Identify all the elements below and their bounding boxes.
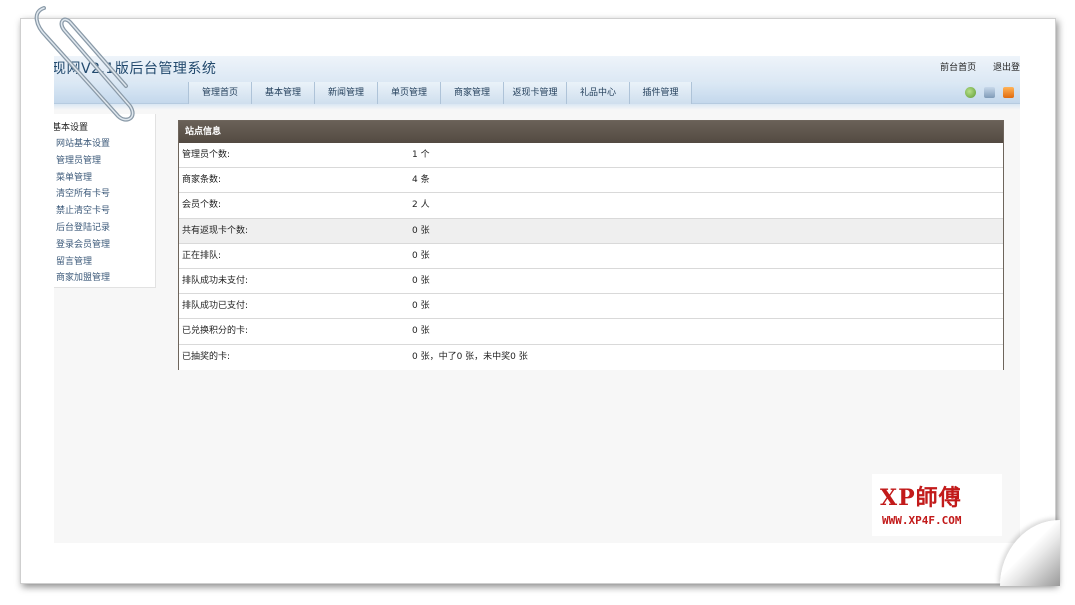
row-label: 排队成功未支付:: [182, 275, 249, 286]
sidebar-item-site-settings[interactable]: 网站基本设置: [56, 136, 110, 153]
row-label: 商家条数:: [182, 175, 222, 186]
tab-plugins[interactable]: 插件管理: [629, 82, 692, 104]
table-row: 会员个数: 2 人: [179, 193, 1003, 219]
sidebar-item-admins[interactable]: 管理员管理: [56, 153, 110, 170]
tab-gift-center[interactable]: 礼品中心: [566, 82, 629, 104]
sidebar-item-merchant-join[interactable]: 商家加盟管理: [56, 270, 110, 287]
sidebar: 基本设置 网站基本设置 管理员管理 菜单管理 清空所有卡号 禁止清空卡号 后台登…: [54, 114, 156, 288]
row-value: 0 张: [412, 301, 430, 312]
tab-single-page[interactable]: 单页管理: [377, 82, 440, 104]
watermark-title: XP師傅: [880, 485, 962, 511]
watermark-logo: XP師傅 WWW.XP4F.COM: [872, 474, 1002, 536]
top-links: 前台首页 退出登: [926, 60, 1020, 73]
copy-icon[interactable]: [984, 87, 995, 98]
row-value: 0 张，中了0 张，未中奖0 张: [412, 351, 528, 362]
row-label: 管理员个数:: [182, 150, 231, 160]
table-row: 管理员个数: 1 个: [179, 143, 1003, 169]
sidebar-item-clear-cards[interactable]: 清空所有卡号: [56, 186, 110, 203]
nav-icons: [965, 87, 1014, 98]
row-label: 共有返现卡个数:: [182, 225, 249, 236]
sidebar-item-messages[interactable]: 留言管理: [56, 254, 110, 271]
row-value: 0 张: [412, 250, 430, 261]
tab-basic[interactable]: 基本管理: [251, 82, 314, 104]
row-value: 2 人: [412, 200, 430, 211]
sidebar-item-disable-clear[interactable]: 禁止清空卡号: [56, 203, 110, 220]
sidebar-heading: 基本设置: [54, 123, 89, 133]
row-value: 1 个: [412, 150, 430, 160]
table-row: 排队成功未支付: 0 张: [179, 268, 1003, 295]
tab-news[interactable]: 新闻管理: [314, 82, 377, 104]
logout-link[interactable]: 退出登: [993, 63, 1020, 73]
table-row: 已抽奖的卡: 0 张，中了0 张，未中奖0 张: [179, 344, 1003, 370]
row-label: 正在排队:: [182, 250, 222, 261]
table-row: 排队成功已支付: 0 张: [179, 294, 1003, 320]
row-label: 排队成功已支付:: [182, 301, 249, 312]
front-home-link[interactable]: 前台首页: [940, 63, 976, 73]
watermark-url: WWW.XP4F.COM: [882, 514, 962, 527]
system-title: 现网V2.1版后台管理系统: [54, 61, 217, 77]
main-navbar: 管理首页 基本管理 新闻管理 单页管理 商家管理 返现卡管理 礼品中心 插件管理: [54, 82, 1020, 104]
top-header: 现网V2.1版后台管理系统 前台首页 退出登: [54, 56, 1020, 82]
sidebar-item-members[interactable]: 登录会员管理: [56, 237, 110, 254]
nav-tabs: 管理首页 基本管理 新闻管理 单页管理 商家管理 返现卡管理 礼品中心 插件管理: [188, 82, 692, 104]
site-info-heading: 站点信息: [179, 121, 1003, 143]
table-row: 已兑换积分的卡: 0 张: [179, 319, 1003, 345]
tab-admin-home[interactable]: 管理首页: [188, 82, 251, 104]
sidebar-item-login-log[interactable]: 后台登陆记录: [56, 220, 110, 237]
site-info-table: 站点信息 管理员个数: 1 个 商家条数: 4 条 会员个数: 2 人 共有返现…: [178, 120, 1004, 370]
navbar-glow: [54, 104, 1020, 110]
rss-icon[interactable]: [1003, 87, 1014, 98]
row-value: 0 张: [412, 275, 430, 286]
sidebar-list: 网站基本设置 管理员管理 菜单管理 清空所有卡号 禁止清空卡号 后台登陆记录 登…: [56, 136, 110, 287]
row-value: 0 张: [412, 326, 430, 337]
sidebar-item-menus[interactable]: 菜单管理: [56, 170, 110, 187]
table-row: 共有返现卡个数: 0 张: [179, 218, 1003, 244]
row-label: 会员个数:: [182, 200, 222, 211]
row-value: 0 张: [412, 225, 430, 236]
tab-merchant[interactable]: 商家管理: [440, 82, 503, 104]
refresh-icon[interactable]: [965, 87, 976, 98]
admin-screen: 现网V2.1版后台管理系统 前台首页 退出登 管理首页 基本管理 新闻管理 单页…: [54, 56, 1020, 543]
table-row: 商家条数: 4 条: [179, 168, 1003, 194]
row-label: 已兑换积分的卡:: [182, 326, 249, 337]
row-label: 已抽奖的卡:: [182, 351, 231, 362]
table-row: 正在排队: 0 张: [179, 243, 1003, 269]
row-value: 4 条: [412, 175, 430, 186]
tab-cashback-card[interactable]: 返现卡管理: [503, 82, 566, 104]
